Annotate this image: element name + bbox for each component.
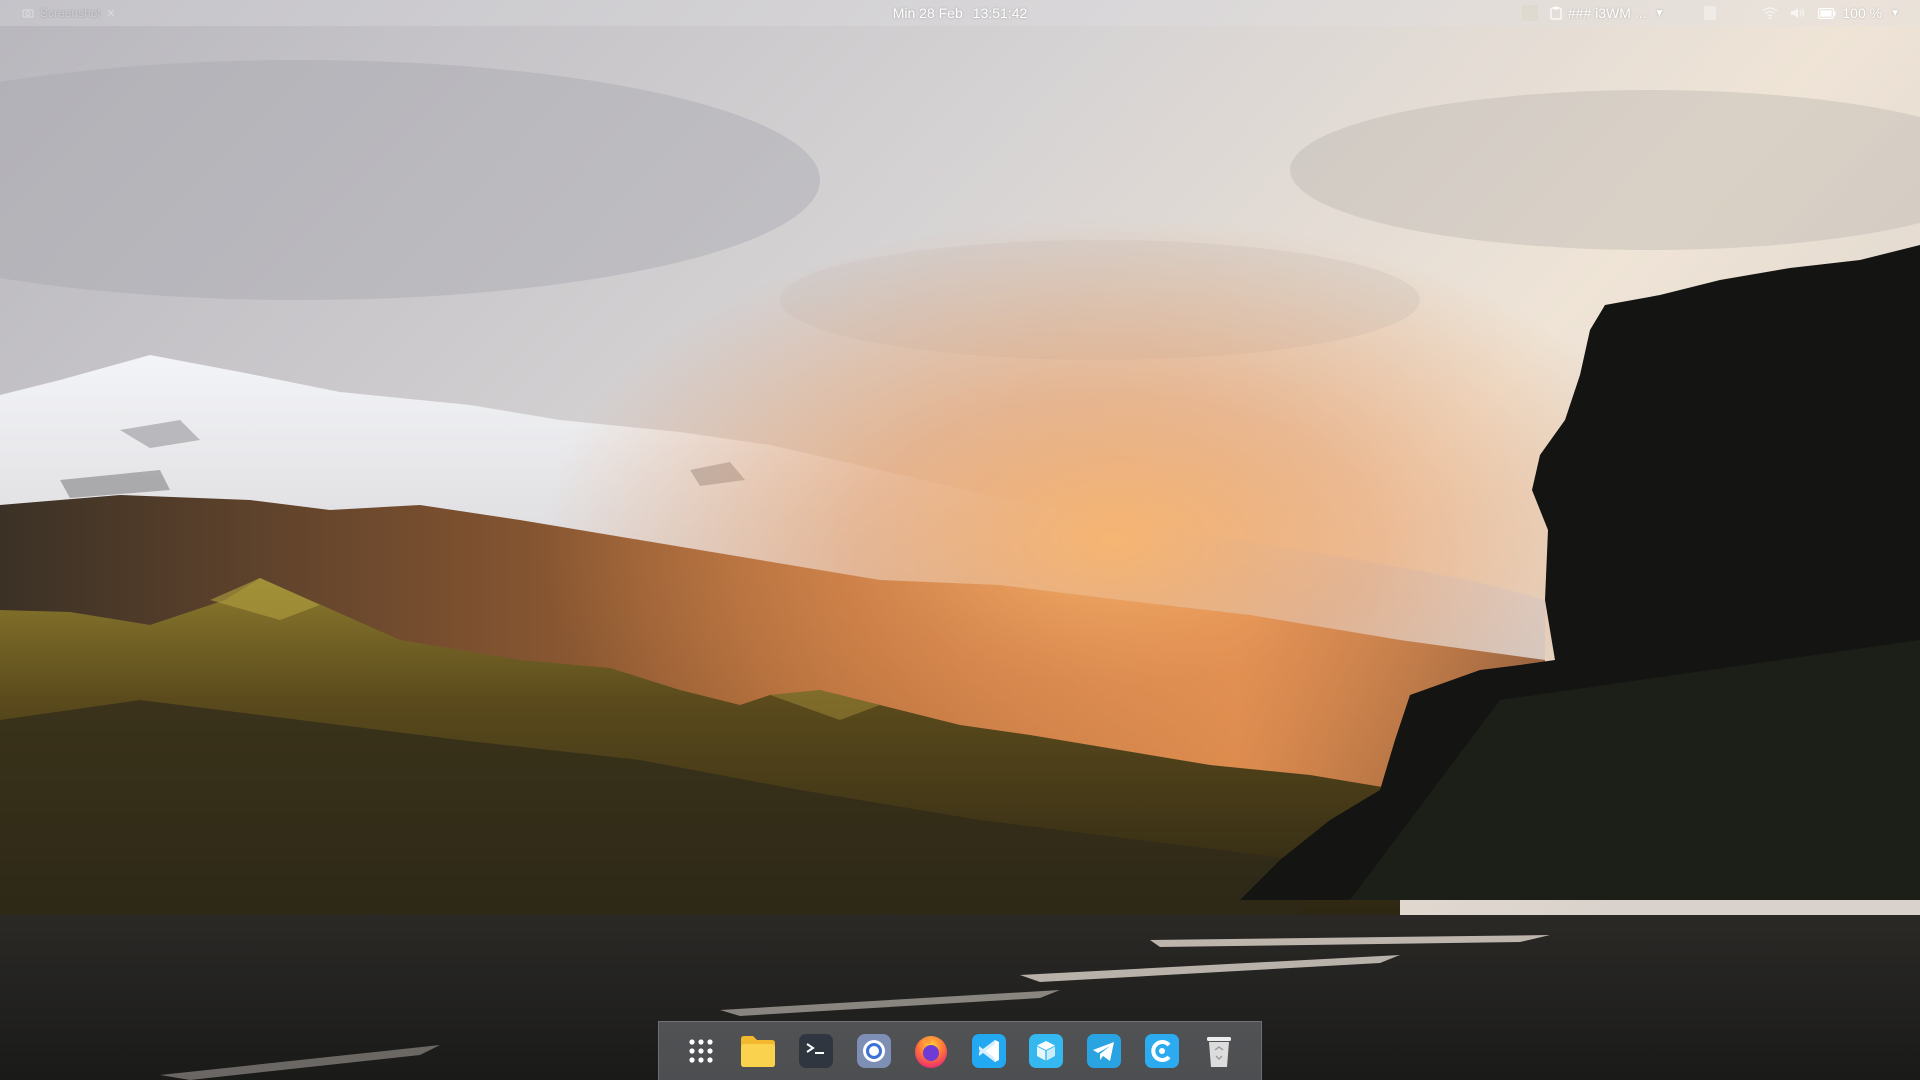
user-icon[interactable] [1704, 6, 1717, 20]
tray-placeholder-icon[interactable] [1521, 5, 1538, 21]
clipboard-label: ### i3WM ... [1567, 5, 1647, 21]
wallpaper-landscape [0, 0, 1920, 1080]
chevron-down-icon: ▼ [1654, 7, 1665, 19]
battery-icon[interactable] [1818, 7, 1836, 19]
chromium-icon [856, 1033, 892, 1069]
terminal-icon [798, 1033, 834, 1069]
camera-icon [22, 7, 34, 19]
folder-icon [739, 1033, 777, 1069]
clock-time[interactable]: 13:51:42 [973, 5, 1028, 21]
screenshot-indicator[interactable]: Screenshot [22, 0, 115, 26]
system-tray: ### i3WM ... ▼ 100 % ▼ [1521, 0, 1900, 26]
app-grid-icon [687, 1037, 715, 1065]
wallpaper [0, 0, 1920, 1080]
screenshot-label: Screenshot [40, 6, 101, 20]
telegram-icon [1086, 1033, 1122, 1069]
wifi-icon[interactable] [1762, 7, 1778, 19]
package-icon [1028, 1033, 1064, 1069]
telegram-button[interactable] [1084, 1031, 1124, 1071]
vscode-button[interactable] [969, 1031, 1009, 1071]
battery-percent[interactable]: 100 % [1842, 5, 1882, 21]
dock [658, 1021, 1262, 1080]
terminal-button[interactable] [796, 1031, 836, 1071]
trash-icon [1202, 1033, 1236, 1069]
c-app-button[interactable] [1142, 1031, 1182, 1071]
software-center-button[interactable] [1026, 1031, 1066, 1071]
close-icon[interactable] [107, 9, 115, 17]
chromium-button[interactable] [854, 1031, 894, 1071]
volume-icon[interactable] [1790, 7, 1806, 19]
clock-date[interactable]: Min 28 Feb [893, 5, 963, 21]
firefox-icon [912, 1032, 950, 1070]
chevron-down-icon[interactable]: ▼ [1890, 8, 1900, 19]
c-app-icon [1144, 1033, 1180, 1069]
firefox-button[interactable] [911, 1031, 951, 1071]
clipboard-icon [1550, 6, 1562, 20]
clipboard-indicator[interactable]: ### i3WM ... ▼ [1550, 5, 1665, 21]
files-button[interactable] [738, 1031, 778, 1071]
trash-button[interactable] [1199, 1031, 1239, 1071]
app-launcher-button[interactable] [681, 1031, 721, 1071]
desktop: Screenshot Min 28 Feb 13:51:42 ### i3WM … [0, 0, 1920, 1080]
vscode-icon [971, 1033, 1007, 1069]
top-panel: Screenshot Min 28 Feb 13:51:42 ### i3WM … [0, 0, 1920, 26]
